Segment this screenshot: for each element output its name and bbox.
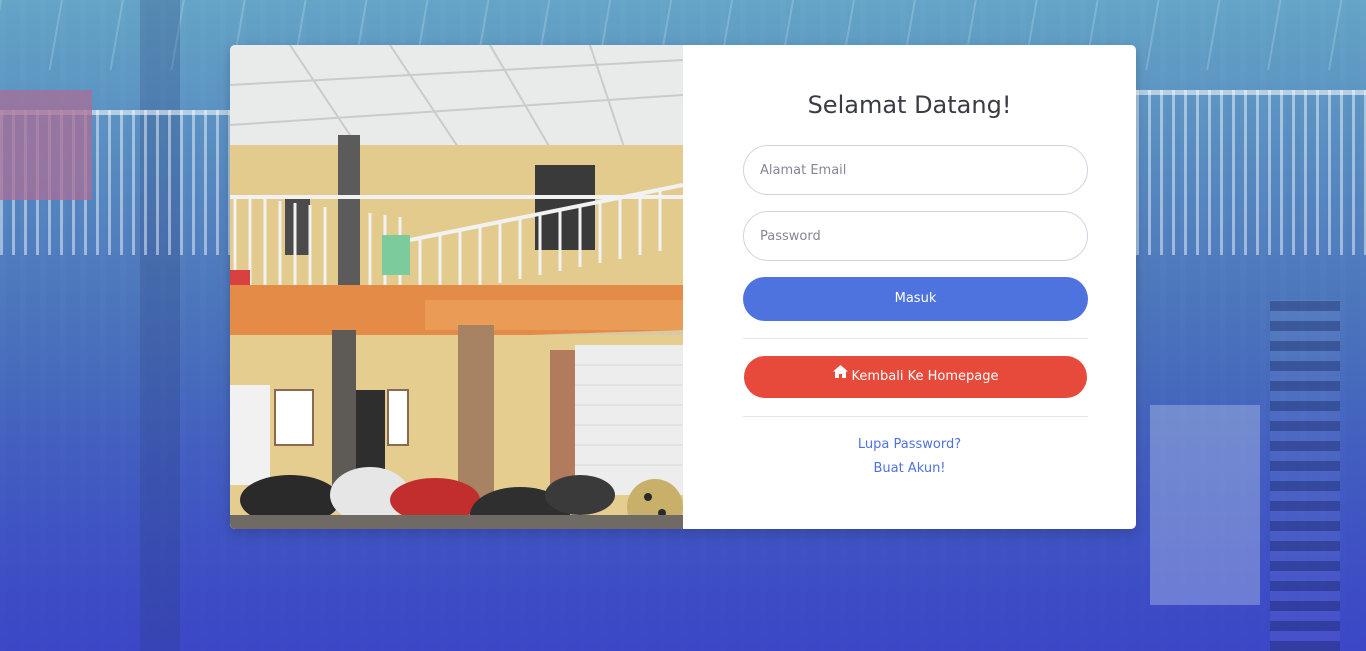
background-railing-right	[1136, 90, 1366, 255]
password-field[interactable]	[743, 211, 1088, 261]
divider	[743, 416, 1088, 417]
back-to-homepage-button[interactable]: Kembali Ke Homepage	[744, 356, 1087, 398]
forgot-password-link[interactable]: Lupa Password?	[683, 437, 1136, 452]
background-pillar	[140, 0, 180, 651]
login-card: Selamat Datang! Masuk Kembali Ke Homepag…	[230, 45, 1136, 529]
login-button[interactable]: Masuk	[743, 277, 1088, 321]
email-field[interactable]	[743, 145, 1088, 195]
background-cloth	[0, 90, 92, 200]
create-account-link[interactable]: Buat Akun!	[683, 461, 1136, 476]
back-to-homepage-label: Kembali Ke Homepage	[851, 369, 999, 384]
divider	[743, 338, 1088, 339]
home-icon	[832, 354, 848, 396]
page-title: Selamat Datang!	[807, 91, 1012, 119]
login-button-label: Masuk	[894, 291, 937, 306]
boarding-house-photo	[230, 45, 683, 529]
boarding-house-illustration	[230, 45, 683, 529]
background-brick-pillar	[1270, 300, 1340, 651]
login-form: Selamat Datang! Masuk Kembali Ke Homepag…	[683, 45, 1136, 529]
background-door	[1150, 405, 1260, 605]
